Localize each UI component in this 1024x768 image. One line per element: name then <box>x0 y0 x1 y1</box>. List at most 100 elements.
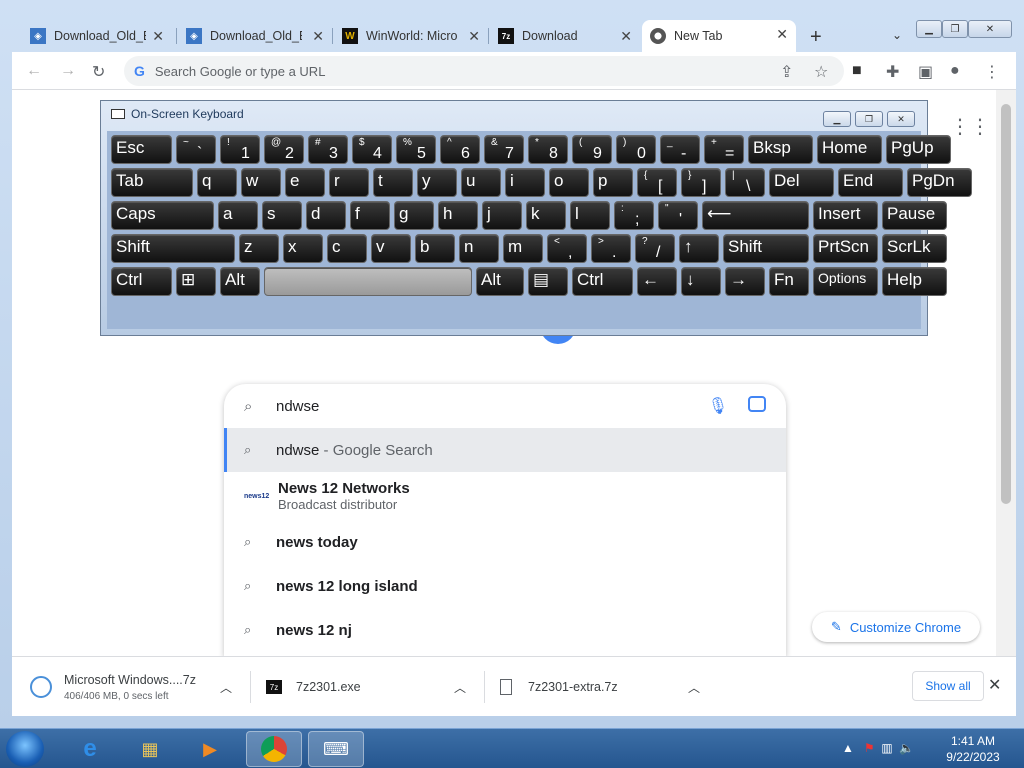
key-del[interactable]: Del <box>769 168 834 197</box>
key-scrlk[interactable]: ScrLk <box>882 234 947 263</box>
key-o[interactable]: o <box>549 168 589 197</box>
key-pgdn[interactable]: PgDn <box>907 168 972 197</box>
close-icon[interactable]: ✕ <box>620 28 632 45</box>
key-shift[interactable]: Shift <box>723 234 809 263</box>
key-help[interactable]: Help <box>882 267 947 296</box>
key-symbol[interactable]: <, <box>547 234 587 263</box>
extension-profile-icon[interactable]: ■ <box>852 62 862 80</box>
close-window-button[interactable]: ✕ <box>968 20 1012 38</box>
osk-minimize-button[interactable]: ▁ <box>823 111 851 127</box>
key-symbol[interactable]: ) 0 <box>616 135 656 164</box>
key-symbol[interactable]: _ - <box>660 135 700 164</box>
key-w[interactable]: w <box>241 168 281 197</box>
microphone-icon[interactable]: 🎙 <box>708 396 728 416</box>
vertical-scrollbar[interactable] <box>996 90 1016 656</box>
key-pause[interactable]: Pause <box>882 201 947 230</box>
suggestion-item[interactable]: ⌕ ndwse - Google Search <box>224 428 786 472</box>
menu-kebab-icon[interactable]: ⋮ <box>984 62 1000 82</box>
key-symbol[interactable]: ⟵ <box>702 201 809 230</box>
key-home[interactable]: Home <box>817 135 882 164</box>
key-v[interactable]: v <box>371 234 411 263</box>
key-r[interactable]: r <box>329 168 369 197</box>
close-icon[interactable]: ✕ <box>152 28 164 45</box>
share-icon[interactable]: ⇪ <box>780 62 793 82</box>
show-hidden-icons-icon[interactable]: ▲ <box>842 741 854 755</box>
close-icon[interactable]: ✕ <box>312 28 324 45</box>
action-center-icon[interactable]: ⚑ <box>864 741 875 755</box>
key-f[interactable]: f <box>350 201 390 230</box>
key-symbol[interactable]: $4 <box>352 135 392 164</box>
key-symbol[interactable]: + = <box>704 135 744 164</box>
key-symbol[interactable]: }] <box>681 168 721 197</box>
internet-explorer-icon[interactable]: e <box>62 731 118 767</box>
tab-download-old-1[interactable]: ◈ Download_Old_B ✕ <box>22 22 172 50</box>
key-symbol[interactable]: ~ ` <box>176 135 216 164</box>
google-apps-icon[interactable]: ⋮⋮ <box>950 114 990 138</box>
key-t[interactable]: t <box>373 168 413 197</box>
key-q[interactable]: q <box>197 168 237 197</box>
tab-search-chevron-icon[interactable]: ⌄ <box>892 28 902 42</box>
key-shift[interactable]: Shift <box>111 234 235 263</box>
key-prtscn[interactable]: PrtScn <box>813 234 878 263</box>
key-i[interactable]: i <box>505 168 545 197</box>
key-ctrl[interactable]: Ctrl <box>111 267 172 296</box>
key-x[interactable]: x <box>283 234 323 263</box>
key-tab[interactable]: Tab <box>111 168 193 197</box>
key-symbol[interactable]: ⊞ <box>176 267 216 296</box>
key-bksp[interactable]: Bksp <box>748 135 813 164</box>
key-pgup[interactable]: PgUp <box>886 135 951 164</box>
key-g[interactable]: g <box>394 201 434 230</box>
key-symbol[interactable]: → <box>725 267 765 296</box>
profile-avatar-icon[interactable]: ● <box>950 62 960 80</box>
key-insert[interactable]: Insert <box>813 201 878 230</box>
suggestion-item[interactable]: news12 News 12 Networks Broadcast distri… <box>224 472 786 520</box>
search-input[interactable]: ⌕ ndwse 🎙 <box>224 384 786 428</box>
reload-icon[interactable]: ↻ <box>92 62 105 82</box>
chrome-taskbar-button[interactable] <box>246 731 302 767</box>
close-icon[interactable]: ✕ <box>988 675 1001 695</box>
suggestion-item[interactable]: ⌕ news 12 nj <box>224 608 786 652</box>
osk-close-button[interactable]: ✕ <box>887 111 915 127</box>
key-k[interactable]: k <box>526 201 566 230</box>
key-symbol[interactable]: #3 <box>308 135 348 164</box>
scrollbar-thumb[interactable] <box>1001 104 1011 504</box>
key-symbol[interactable]: & 7 <box>484 135 524 164</box>
key-ctrl[interactable]: Ctrl <box>572 267 633 296</box>
key-d[interactable]: d <box>306 201 346 230</box>
key-y[interactable]: y <box>417 168 457 197</box>
network-icon[interactable]: ▥ <box>881 741 892 755</box>
key-z[interactable]: z <box>239 234 279 263</box>
key-symbol[interactable]: @2 <box>264 135 304 164</box>
key-l[interactable]: l <box>570 201 610 230</box>
tab-download-old-2[interactable]: ◈ Download_Old_B ✕ <box>178 22 332 50</box>
key-j[interactable]: j <box>482 201 522 230</box>
extensions-puzzle-icon[interactable]: ✚ <box>886 62 899 82</box>
forward-icon[interactable]: → <box>60 62 76 80</box>
key-fn[interactable]: Fn <box>769 267 809 296</box>
customize-chrome-button[interactable]: ✎ Customize Chrome <box>812 612 980 642</box>
google-lens-icon[interactable] <box>748 396 766 412</box>
tab-winworld[interactable]: W WinWorld: Micro ✕ <box>334 22 488 50</box>
key-symbol[interactable]: ↑ <box>679 234 719 263</box>
key-options[interactable]: Options <box>813 267 878 296</box>
key-c[interactable]: c <box>327 234 367 263</box>
suggestion-item[interactable]: ⌕ news 12 long island <box>224 564 786 608</box>
key-symbol[interactable]: {[ <box>637 168 677 197</box>
key-symbol[interactable]: ? / <box>635 234 675 263</box>
key-a[interactable]: a <box>218 201 258 230</box>
download-item[interactable]: Microsoft Windows....7z 406/406 MB, 0 se… <box>30 657 240 717</box>
key-symbol[interactable]: >. <box>591 234 631 263</box>
download-item[interactable]: 7z 7z2301.exe ︿ <box>266 657 476 717</box>
key-symbol[interactable]: ↓ <box>681 267 721 296</box>
key-symbol[interactable]: * 8 <box>528 135 568 164</box>
media-player-icon[interactable]: ▶ <box>182 731 238 767</box>
key-symbol[interactable]: ← <box>637 267 677 296</box>
chevron-up-icon[interactable]: ︿ <box>454 679 466 696</box>
key-symbol[interactable]: " ' <box>658 201 698 230</box>
side-panel-icon[interactable]: ▣ <box>918 62 933 82</box>
start-button[interactable] <box>6 731 44 767</box>
back-icon[interactable]: ← <box>26 62 42 80</box>
key-symbol[interactable]: (9 <box>572 135 612 164</box>
volume-muted-icon[interactable]: 🔈 <box>899 741 914 755</box>
maximize-button[interactable]: ❐ <box>942 20 968 38</box>
